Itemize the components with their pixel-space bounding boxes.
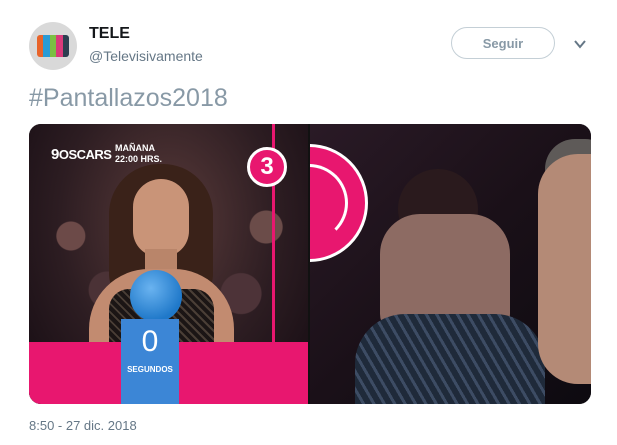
counter-label: SEGUNDOS [127,365,173,374]
logo-text: OSCARS [58,147,112,162]
tweet-hashtag[interactable]: #Pantallazos2018 [29,84,228,113]
avatar[interactable] [29,22,77,70]
promo-line-1: MAÑANA [115,143,155,153]
contestant-face [133,179,189,257]
seconds-counter: 0 SEGUNDOS [121,319,179,404]
blue-buzzer [130,270,182,322]
account-handle[interactable]: @Televisivamente [89,48,203,64]
host-face [538,154,591,384]
chevron-down-icon[interactable] [573,37,587,51]
logo-number: 9 [51,146,59,163]
counter-value: 0 [141,325,159,358]
media-frame-left: 9OSCARS MAÑANA 22:00 HRS. 3 0 SEGUNDOS [29,124,308,404]
crying-person-shirt [355,314,545,404]
promo-text: MAÑANA 22:00 HRS. [115,143,162,165]
account-name[interactable]: TELE [89,25,130,43]
oscars-logo: 9OSCARS [51,146,112,163]
number-badge: 3 [247,147,287,187]
follow-button[interactable]: Seguir [451,27,555,59]
tele-logo [37,35,69,57]
media-frame-right [310,124,591,404]
tweet-timestamp[interactable]: 8:50 - 27 dic. 2018 [29,418,137,433]
tweet-media[interactable]: 9OSCARS MAÑANA 22:00 HRS. 3 0 SEGUNDOS [29,124,591,404]
